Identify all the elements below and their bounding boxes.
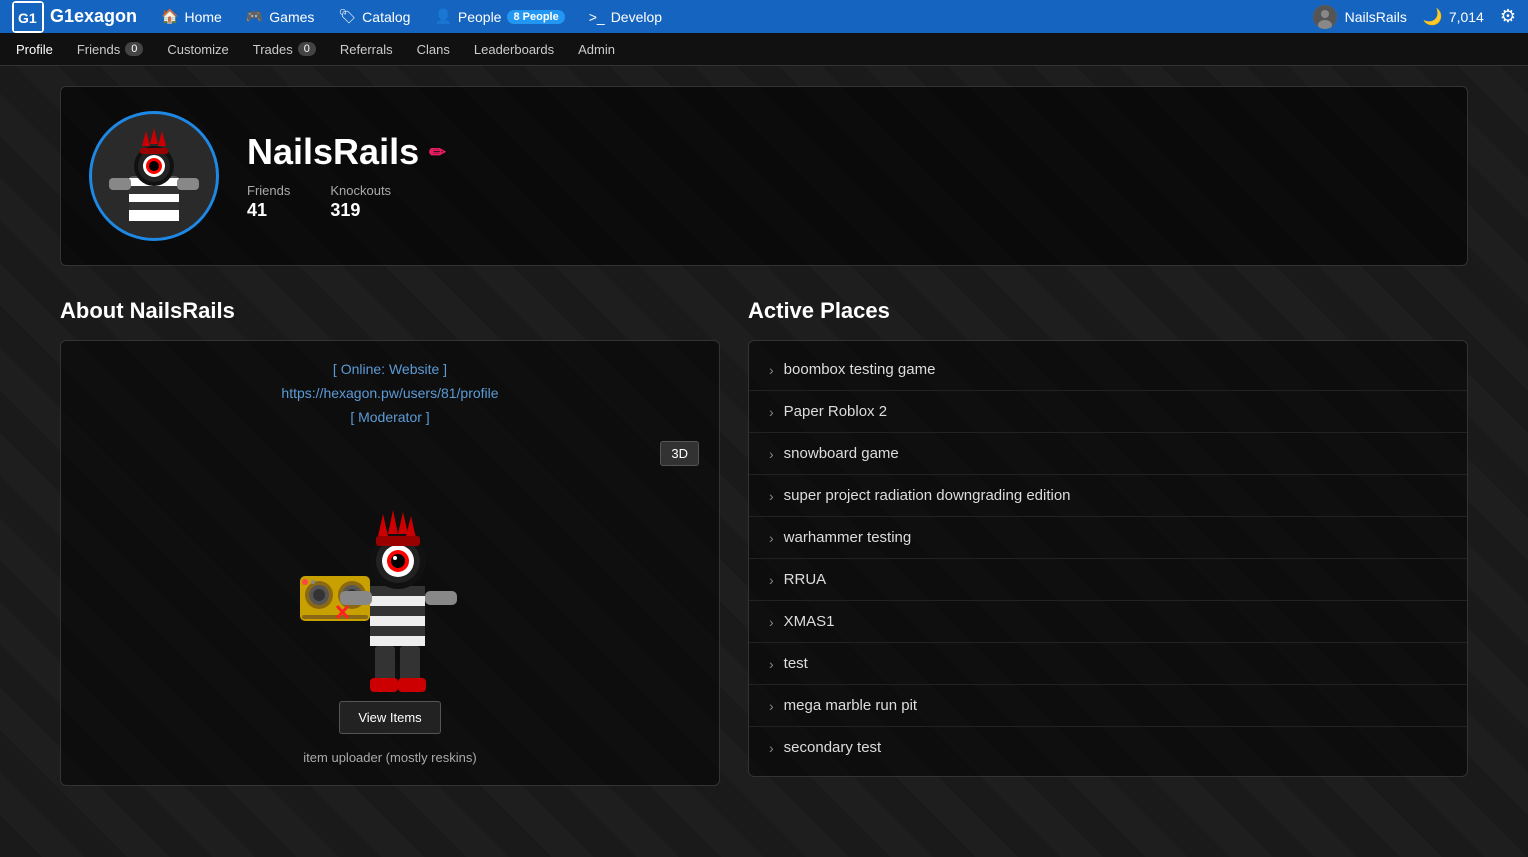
places-card: › boombox testing game › Paper Roblox 2 … <box>748 340 1468 777</box>
place-label: test <box>784 655 808 672</box>
about-link[interactable]: https://hexagon.pw/users/81/profile <box>81 385 699 401</box>
place-item[interactable]: › super project radiation downgrading ed… <box>749 475 1467 517</box>
chevron-right-icon: › <box>769 530 774 546</box>
chevron-right-icon: › <box>769 698 774 714</box>
place-item[interactable]: › test <box>749 643 1467 685</box>
avatar-3d-image <box>260 441 520 721</box>
place-label: boombox testing game <box>784 361 936 378</box>
svg-text:G1: G1 <box>18 10 37 26</box>
currency-display: 🌙 7,014 <box>1423 7 1484 27</box>
chevron-right-icon: › <box>769 404 774 420</box>
profile-card: NailsRails ✏ Friends 41 Knockouts 319 <box>60 86 1468 266</box>
place-item[interactable]: › secondary test <box>749 727 1467 768</box>
about-card: [ Online: Website ] https://hexagon.pw/u… <box>60 340 720 786</box>
about-section: About NailsRails [ Online: Website ] htt… <box>60 298 720 786</box>
subnav-profile[interactable]: Profile <box>16 42 53 57</box>
trades-badge: 0 <box>298 42 316 56</box>
subnav-trades[interactable]: Trades 0 <box>253 42 316 57</box>
chevron-right-icon: › <box>769 362 774 378</box>
people-icon: 👤 <box>434 8 451 25</box>
place-label: super project radiation downgrading edit… <box>784 487 1071 504</box>
place-item[interactable]: › snowboard game <box>749 433 1467 475</box>
chevron-right-icon: › <box>769 656 774 672</box>
place-label: XMAS1 <box>784 613 835 630</box>
place-item[interactable]: › XMAS1 <box>749 601 1467 643</box>
place-label: warhammer testing <box>784 529 912 546</box>
place-label: snowboard game <box>784 445 899 462</box>
settings-gear-icon[interactable]: ⚙ <box>1500 6 1516 27</box>
edit-icon[interactable]: ✏ <box>429 140 446 165</box>
place-item[interactable]: › warhammer testing <box>749 517 1467 559</box>
username-display: NailsRails <box>1345 9 1407 25</box>
places-title: Active Places <box>748 298 1468 324</box>
place-label: mega marble run pit <box>784 697 917 714</box>
about-description: item uploader (mostly reskins) <box>81 750 699 765</box>
avatar-3d-container: 3D <box>81 441 699 721</box>
subnav-customize[interactable]: Customize <box>167 42 228 57</box>
home-icon: 🏠 <box>161 8 178 25</box>
logo[interactable]: G1 G1exagon <box>12 1 137 33</box>
place-item[interactable]: › boombox testing game <box>749 349 1467 391</box>
profile-username: NailsRails ✏ <box>247 131 446 173</box>
user-avatar <box>1313 5 1337 29</box>
nav-home[interactable]: 🏠 Home <box>161 8 222 25</box>
subnav-admin[interactable]: Admin <box>578 42 615 57</box>
subnav-leaderboards[interactable]: Leaderboards <box>474 42 554 57</box>
develop-icon: >_ <box>589 9 605 25</box>
logo-text: G1exagon <box>50 6 137 27</box>
top-nav: G1 G1exagon 🏠 Home 🎮 Games 🏷 Catalog 👤 P… <box>0 0 1528 33</box>
logo-icon: G1 <box>12 1 44 33</box>
content-area: About NailsRails [ Online: Website ] htt… <box>60 298 1468 786</box>
user-info[interactable]: NailsRails <box>1313 5 1407 29</box>
stat-friends: Friends 41 <box>247 183 290 221</box>
stat-knockouts: Knockouts 319 <box>330 183 391 221</box>
games-icon: 🎮 <box>246 8 263 25</box>
btn-3d[interactable]: 3D <box>660 441 699 466</box>
place-item[interactable]: › Paper Roblox 2 <box>749 391 1467 433</box>
chevron-right-icon: › <box>769 446 774 462</box>
about-title: About NailsRails <box>60 298 720 324</box>
chevron-right-icon: › <box>769 572 774 588</box>
main-content: NailsRails ✏ Friends 41 Knockouts 319 Ab… <box>0 66 1528 857</box>
place-label: secondary test <box>784 739 882 756</box>
nav-catalog[interactable]: 🏷 Catalog <box>338 8 410 25</box>
chevron-right-icon: › <box>769 488 774 504</box>
place-item[interactable]: › RRUA <box>749 559 1467 601</box>
about-online: [ Online: Website ] <box>81 361 699 377</box>
currency-value: 7,014 <box>1449 9 1484 25</box>
place-label: Paper Roblox 2 <box>784 403 887 420</box>
nav-people[interactable]: 👤 People 8 People <box>434 8 564 25</box>
profile-stats: Friends 41 Knockouts 319 <box>247 183 446 221</box>
people-badge: 8 People <box>507 10 564 24</box>
catalog-icon: 🏷 <box>338 8 356 25</box>
place-label: RRUA <box>784 571 827 588</box>
nav-develop[interactable]: >_ Develop <box>589 9 662 25</box>
chevron-right-icon: › <box>769 740 774 756</box>
about-moderator: [ Moderator ] <box>81 409 699 425</box>
moon-icon: 🌙 <box>1423 7 1443 27</box>
nav-games[interactable]: 🎮 Games <box>246 8 315 25</box>
subnav-clans[interactable]: Clans <box>417 42 450 57</box>
chevron-right-icon: › <box>769 614 774 630</box>
places-section: Active Places › boombox testing game › P… <box>748 298 1468 786</box>
friends-badge: 0 <box>125 42 143 56</box>
subnav-referrals[interactable]: Referrals <box>340 42 393 57</box>
profile-info: NailsRails ✏ Friends 41 Knockouts 319 <box>247 131 446 221</box>
subnav-friends[interactable]: Friends 0 <box>77 42 143 57</box>
sub-nav: Profile Friends 0 Customize Trades 0 Ref… <box>0 33 1528 66</box>
avatar <box>89 111 219 241</box>
place-item[interactable]: › mega marble run pit <box>749 685 1467 727</box>
